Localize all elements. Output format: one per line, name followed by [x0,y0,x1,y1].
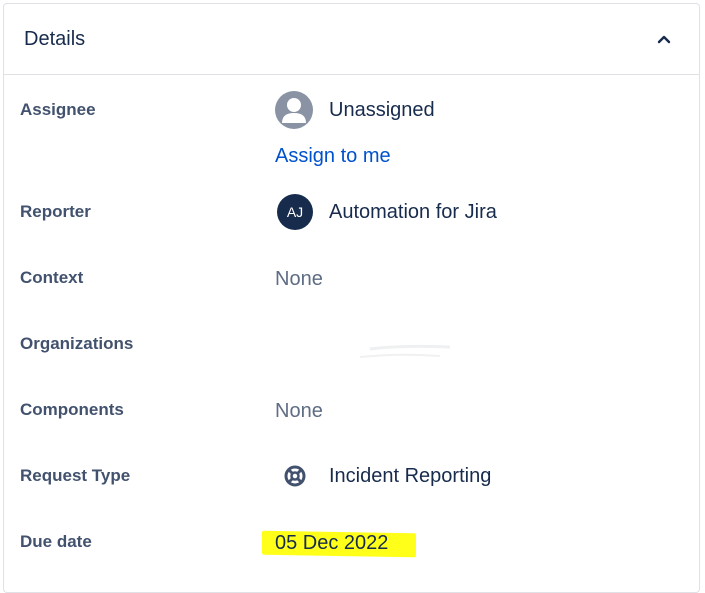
assign-to-me-link[interactable]: Assign to me [275,145,391,168]
reporter-avatar: AJ [277,194,313,230]
organizations-label: Organizations [20,334,134,353]
assignee-value[interactable]: Unassigned [275,91,435,129]
due-date-label: Due date [20,532,92,551]
reporter-name: Automation for Jira [329,200,497,223]
reporter-value[interactable]: AJ Automation for Jira [275,194,497,230]
request-type-name: Incident Reporting [329,464,492,487]
details-header[interactable]: Details [4,4,699,75]
context-label: Context [20,268,84,287]
lifebuoy-icon [277,458,313,494]
collapse-button[interactable] [651,26,677,52]
default-avatar-icon [275,91,313,129]
components-value[interactable]: None [275,400,323,423]
details-title: Details [24,28,86,50]
assignee-label: Assignee [20,100,96,119]
reporter-label: Reporter [20,202,91,221]
organizations-value[interactable] [360,325,460,361]
assignee-name: Unassigned [329,98,435,121]
chevron-up-icon [657,35,671,44]
components-label: Components [20,400,124,419]
context-value[interactable]: None [275,268,323,291]
request-type-value[interactable]: Incident Reporting [275,458,491,494]
request-type-label: Request Type [20,466,131,485]
due-date-value[interactable]: 05 Dec 2022 [275,532,388,555]
